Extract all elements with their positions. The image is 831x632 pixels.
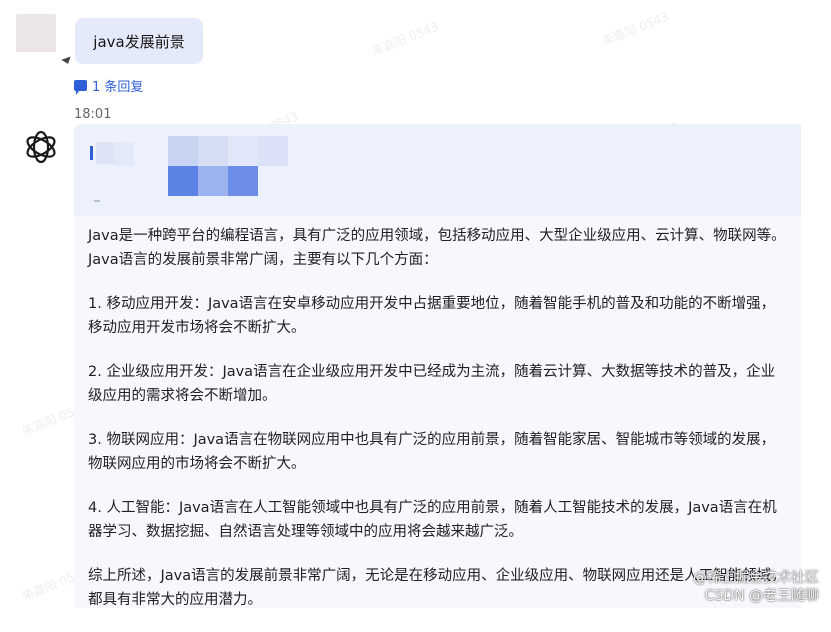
bot-response-card: Java是一种跨平台的编程语言，具有广泛的应用领域，包括移动应用、大型企业级应用…	[74, 124, 801, 608]
replies-label: 1 条回复	[92, 79, 144, 95]
blurred-block	[198, 136, 228, 166]
blurred-block	[114, 142, 134, 166]
blurred-block	[94, 200, 100, 202]
quote-bar	[90, 146, 93, 160]
quoted-message-area	[74, 124, 801, 216]
blurred-block	[258, 136, 288, 166]
answer-paragraph: 3. 物联网应用：Java语言在物联网应用中也具有广泛的应用前景，随着智能家居、…	[88, 432, 776, 472]
watermark-line-1: @稀土掘金技术社区	[693, 570, 819, 586]
message-timestamp: 18:01	[74, 107, 112, 122]
openai-logo-icon	[22, 128, 60, 166]
comment-icon	[74, 79, 87, 95]
source-watermark: @稀土掘金技术社区 CSDN @老王随聊	[693, 569, 819, 605]
replies-link[interactable]: 1 条回复	[74, 76, 144, 95]
blurred-block	[228, 166, 258, 196]
watermark: 朱嘉阳 0543	[600, 9, 671, 49]
answer-paragraph: 2. 企业级应用开发：Java语言在企业级应用开发中已经成为主流，随着云计算、大…	[88, 364, 776, 404]
user-avatar	[16, 14, 73, 66]
blurred-block	[168, 136, 198, 166]
watermark-line-2: CSDN @老王随聊	[704, 588, 819, 604]
user-message-bubble[interactable]: java发展前景	[75, 18, 203, 64]
answer-paragraph: 综上所述，Java语言的发展前景非常广阔，无论是在移动应用、企业级应用、物联网应…	[88, 568, 786, 608]
bubble-tail-icon	[61, 56, 73, 66]
blurred-block	[96, 142, 114, 164]
blurred-block	[228, 136, 258, 166]
user-message-text: java发展前景	[93, 32, 185, 51]
watermark: 朱嘉阳 0543	[370, 19, 441, 59]
blurred-block	[198, 166, 228, 196]
bot-response-text: Java是一种跨平台的编程语言，具有广泛的应用领域，包括移动应用、大型企业级应用…	[88, 224, 788, 632]
answer-paragraph: 1. 移动应用开发：Java语言在安卓移动应用开发中占据重要地位，随着智能手机的…	[88, 296, 776, 336]
blurred-block	[168, 166, 198, 196]
answer-paragraph: 4. 人工智能：Java语言在人工智能领域中也具有广泛的应用前景，随着人工智能技…	[88, 500, 777, 540]
answer-paragraph: Java是一种跨平台的编程语言，具有广泛的应用领域，包括移动应用、大型企业级应用…	[88, 228, 786, 268]
